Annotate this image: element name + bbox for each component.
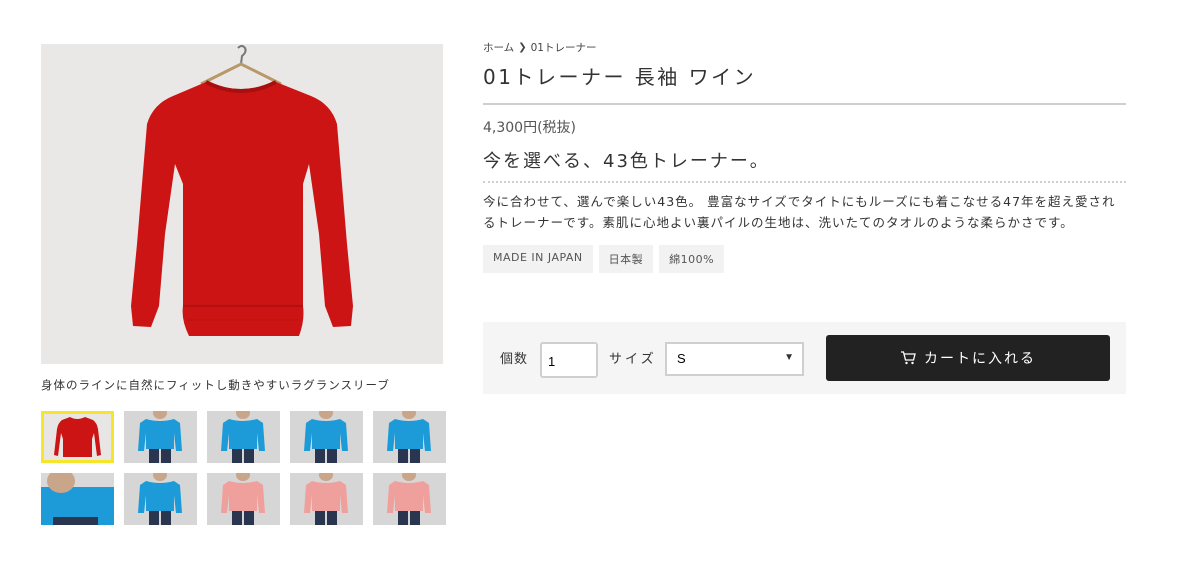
thumbnail-8[interactable] <box>207 473 280 525</box>
thumbnail-7[interactable] <box>124 473 197 525</box>
size-select[interactable]: S ▼ <box>665 342 804 376</box>
thumbnail-2[interactable] <box>124 411 197 463</box>
thumbnail-10[interactable] <box>373 473 446 525</box>
divider <box>483 103 1126 106</box>
quantity-label: 個数 <box>500 352 529 367</box>
product-gallery: 身体のラインに自然にフィットし動きやすいラグランスリーブ <box>41 44 446 525</box>
size-select-value: S <box>677 351 686 366</box>
main-product-image <box>41 44 443 364</box>
breadcrumb-current: 01トレーナー <box>530 42 597 54</box>
quantity-input[interactable]: 1 <box>540 342 598 378</box>
add-to-cart-button[interactable]: カートに入れる <box>826 335 1110 381</box>
purchase-box: 個数 1 サイズ S ▼ カートに入れる <box>483 322 1126 394</box>
thumbnail-9[interactable] <box>290 473 363 525</box>
cart-icon <box>901 351 916 365</box>
tag-made-in-japan: MADE IN JAPAN <box>483 245 593 274</box>
thumbnail-4[interactable] <box>290 411 363 463</box>
product-info: ホーム ❯ 01トレーナー 01トレーナー 長袖 ワイン 4,300円(税抜) … <box>483 40 1126 274</box>
thumbnail-grid <box>41 411 446 525</box>
thumbnail-6[interactable] <box>41 473 114 525</box>
breadcrumb-home[interactable]: ホーム <box>483 40 514 55</box>
dotted-divider <box>483 181 1126 184</box>
size-label: サイズ <box>609 352 657 367</box>
thumbnail-5[interactable] <box>373 411 446 463</box>
breadcrumb: ホーム ❯ 01トレーナー <box>483 40 1126 55</box>
product-title: 01トレーナー 長袖 ワイン <box>483 65 757 89</box>
thumbnail-1[interactable] <box>41 411 114 463</box>
product-tags: MADE IN JAPAN 日本製 綿100% <box>483 245 1126 274</box>
add-to-cart-label: カートに入れる <box>924 351 1036 367</box>
image-caption: 身体のラインに自然にフィットし動きやすいラグランスリーブ <box>41 378 390 392</box>
chevron-right-icon: ❯ <box>518 42 527 53</box>
product-price: 4,300円(税抜) <box>483 120 577 137</box>
tag-cotton: 綿100% <box>659 245 725 274</box>
thumbnail-3[interactable] <box>207 411 280 463</box>
product-description: 今に合わせて、選んで楽しい43色。 豊富なサイズでタイトにもルーズにも着こなせる… <box>483 194 1116 231</box>
tag-made-in-japan-jp: 日本製 <box>598 245 654 274</box>
sweater-illustration <box>131 45 353 336</box>
caret-down-icon: ▼ <box>784 352 794 363</box>
product-catchphrase: 今を選べる、43色トレーナー。 <box>483 151 770 173</box>
